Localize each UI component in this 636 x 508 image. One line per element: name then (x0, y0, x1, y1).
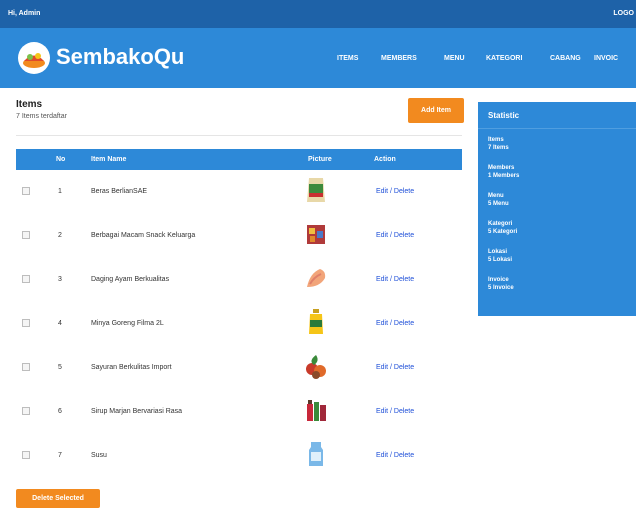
row-number: 1 (58, 188, 62, 195)
delete-link[interactable]: Delete (394, 188, 414, 195)
add-item-button[interactable]: Add Item (408, 98, 464, 123)
table-row: 6 Sirup Marjan Bervariasi Rasa Edit / De… (16, 390, 462, 434)
syrup-bottles-icon (304, 395, 328, 425)
logout-link[interactable]: LOGO (613, 10, 634, 17)
column-header-action: Action (374, 156, 396, 163)
rice-bag-icon (304, 175, 328, 205)
statistic-title: Statistic (488, 111, 520, 120)
column-header-no: No (56, 156, 66, 163)
vegetables-icon (304, 351, 328, 381)
table-row: 2 Berbagai Macam Snack Keluarga Edit / D… (16, 214, 462, 258)
row-number: 3 (58, 276, 62, 283)
stat-label: Members (488, 165, 515, 171)
stat-kategori: Kategori 5 Kategori (488, 220, 517, 236)
row-checkbox[interactable] (22, 451, 30, 459)
delete-link[interactable]: Delete (394, 276, 414, 283)
stat-label: Lokasi (488, 249, 508, 255)
column-header-picture: Picture (308, 156, 332, 163)
row-item-name: Susu (91, 452, 107, 459)
page-title: Items (16, 99, 43, 110)
statistic-panel: Statistic Items 7 Items Members 1 Members … (478, 102, 636, 316)
row-number: 4 (58, 320, 62, 327)
nav-items[interactable]: ITEMS (337, 55, 358, 62)
stat-value: 7 Items (488, 145, 509, 151)
row-checkbox[interactable] (22, 187, 30, 195)
top-bar: Hi, Admin LOGO (0, 0, 636, 28)
stat-label: Kategori (488, 221, 513, 227)
row-actions: Edit / Delete (376, 408, 415, 415)
row-actions: Edit / Delete (376, 188, 415, 195)
header: SembakoQu ITEMS MEMBERS MENU KATEGORI CA… (0, 28, 636, 88)
row-checkbox[interactable] (22, 275, 30, 283)
row-item-name: Sirup Marjan Bervariasi Rasa (91, 408, 183, 415)
table-row: 5 Sayuran Berkulitas Import Edit / Delet… (16, 346, 462, 390)
milk-carton-icon (304, 439, 328, 469)
edit-link[interactable]: Edit (376, 364, 388, 371)
table-row: 4 Minya Goreng Filma 2L Edit / Delete (16, 302, 462, 346)
main-content: Items 7 Items terdaftar Add Item No Item… (0, 88, 636, 508)
nav-menu[interactable]: MENU (444, 55, 465, 62)
nav-kategori[interactable]: KATEGORI (486, 55, 522, 62)
row-item-name: Daging Ayam Berkualitas (91, 276, 170, 283)
row-number: 6 (58, 408, 62, 415)
table-header: No Item Name Picture Action (16, 149, 462, 170)
divider (478, 128, 636, 129)
delete-link[interactable]: Delete (394, 408, 414, 415)
stat-value: 5 Invoice (488, 285, 514, 291)
divider (16, 135, 462, 136)
chicken-meat-icon (304, 263, 328, 293)
delete-link[interactable]: Delete (394, 320, 414, 327)
row-number: 5 (58, 364, 62, 371)
table-row: 3 Daging Ayam Berkualitas Edit / Delete (16, 258, 462, 302)
row-item-name: Beras BerlianSAE (91, 188, 148, 195)
stat-label: Menu (488, 193, 504, 199)
snack-box-icon (304, 219, 328, 249)
stat-items: Items 7 Items (488, 136, 509, 152)
row-number: 2 (58, 232, 62, 239)
row-checkbox[interactable] (22, 407, 30, 415)
edit-link[interactable]: Edit (376, 452, 388, 459)
row-item-name: Sayuran Berkulitas Import (91, 364, 172, 371)
stat-value: 1 Members (488, 173, 520, 179)
nav-invoice[interactable]: INVOIC (594, 55, 618, 62)
row-item-name: Minya Goreng Filma 2L (91, 320, 164, 327)
row-checkbox[interactable] (22, 319, 30, 327)
stat-label: Items (488, 137, 504, 143)
stat-lokasi: Lokasi 5 Lokasi (488, 248, 512, 264)
main-nav: ITEMS MEMBERS MENU KATEGORI CABANG INVOI… (0, 28, 636, 88)
row-actions: Edit / Delete (376, 320, 415, 327)
edit-link[interactable]: Edit (376, 232, 388, 239)
edit-link[interactable]: Edit (376, 188, 388, 195)
stat-value: 5 Kategori (488, 229, 518, 235)
stat-value: 5 Lokasi (488, 257, 513, 263)
stat-invoice: Invoice 5 Invoice (488, 276, 514, 292)
stat-menu: Menu 5 Menu (488, 192, 509, 208)
row-checkbox[interactable] (22, 231, 30, 239)
row-number: 7 (58, 452, 62, 459)
row-actions: Edit / Delete (376, 452, 415, 459)
delete-link[interactable]: Delete (394, 232, 414, 239)
edit-link[interactable]: Edit (376, 276, 388, 283)
row-actions: Edit / Delete (376, 364, 415, 371)
delete-selected-button[interactable]: Delete Selected (16, 489, 100, 508)
row-item-name: Berbagai Macam Snack Keluarga (91, 232, 196, 239)
stat-label: Invoice (488, 277, 509, 283)
edit-link[interactable]: Edit (376, 320, 388, 327)
table-row: 7 Susu Edit / Delete (16, 434, 462, 478)
items-count-text: 7 Items terdaftar (16, 113, 67, 120)
row-checkbox[interactable] (22, 363, 30, 371)
row-actions: Edit / Delete (376, 232, 415, 239)
stat-value: 5 Menu (488, 201, 509, 207)
column-header-item-name: Item Name (91, 156, 127, 163)
edit-link[interactable]: Edit (376, 408, 388, 415)
delete-link[interactable]: Delete (394, 364, 414, 371)
delete-link[interactable]: Delete (394, 452, 414, 459)
stat-members: Members 1 Members (488, 164, 519, 180)
cooking-oil-icon (304, 307, 328, 337)
greeting-text: Hi, Admin (8, 10, 41, 17)
nav-cabang[interactable]: CABANG (550, 55, 581, 62)
table-row: 1 Beras BerlianSAE Edit / Delete (16, 170, 462, 214)
row-actions: Edit / Delete (376, 276, 415, 283)
nav-members[interactable]: MEMBERS (381, 55, 417, 62)
